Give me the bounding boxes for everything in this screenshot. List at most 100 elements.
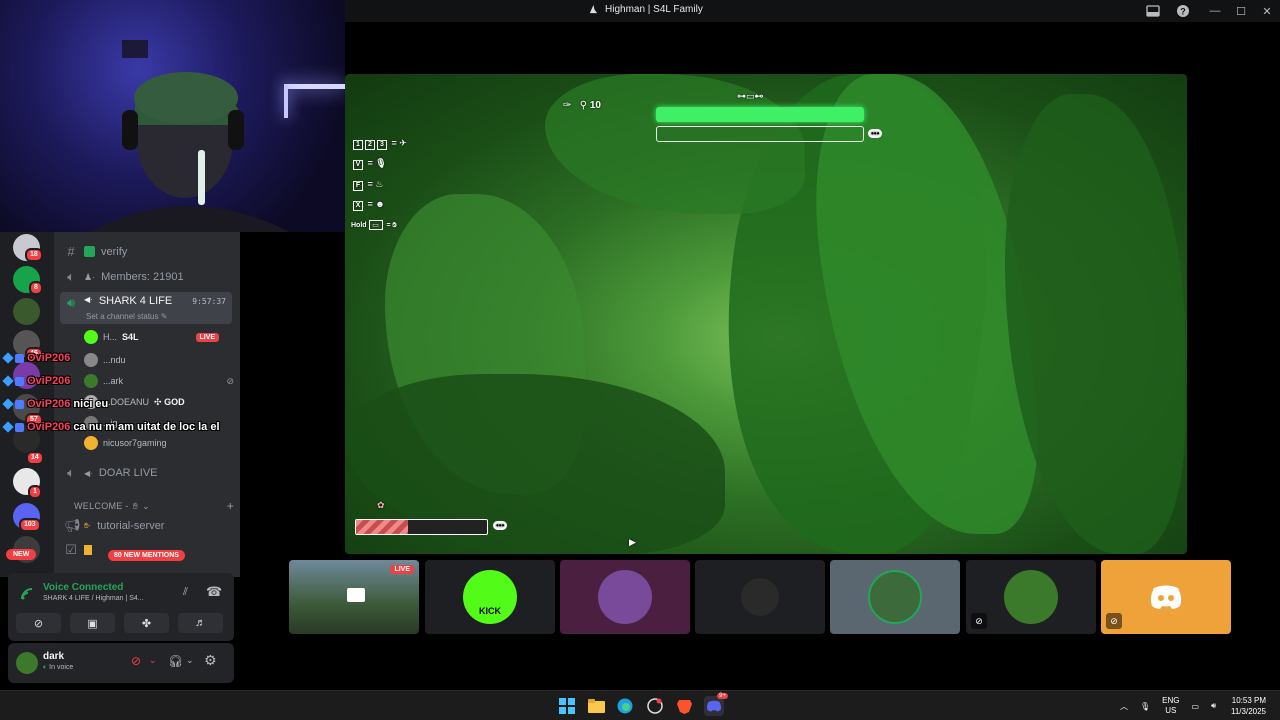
rules-icon: ☑︎ [65,542,77,557]
screen-share-button[interactable]: ▣ [70,613,115,633]
brave-button[interactable] [674,696,694,716]
key-hint: 2 [365,139,375,150]
maximize-button[interactable]: ☐ [1228,0,1254,22]
chat-text: ca nu m am uitat de loc la el [73,421,220,433]
participant-tile[interactable] [830,560,960,634]
badge-icon [2,352,14,364]
badge-icon [2,421,14,433]
channel-tutorial-server[interactable]: 📢︎ ✋︎· tutorial-server [64,518,164,534]
new-pill[interactable]: NEW [6,549,37,560]
activities-button[interactable]: ✤ [124,613,169,633]
keybind-emote: X = ☻ [353,199,385,211]
clock-time: 10:53 PM [1231,696,1266,705]
settings-gear-icon[interactable]: ⚙︎ [204,652,217,669]
volume-icon[interactable]: 🔊︎ [1211,701,1216,711]
disconnect-icon[interactable]: ☎︎ [206,584,222,600]
network-icon[interactable]: ▭ [1192,702,1200,711]
badge-icon [15,422,24,432]
chat-nick: OviP206 [27,352,71,364]
server-icon[interactable] [13,298,40,325]
shark-logo-icon [589,4,598,14]
game-stream[interactable]: ✑ ⚲ 10 ⊶▭⊷ ••• 123 = ✈︎ V = 🎙︎ F = ♨︎ X … [345,74,1187,554]
badge-icon [2,375,14,387]
microphone-icon[interactable]: 🎙︎ [1140,702,1150,711]
badge-icon [15,376,24,386]
participant-tile-stream[interactable]: LIVE [289,560,419,634]
pencil-icon: ✎ [160,312,168,321]
voice-user-name: ...ndu [103,355,126,365]
bike-icon: ⚲ [579,100,588,111]
voice-status-title[interactable]: Voice Connected [43,582,123,593]
file-explorer-button[interactable] [586,696,606,716]
voice-user[interactable]: nicusor7gaming [84,436,167,450]
channel-status[interactable]: Set a channel status ✎ [86,312,167,321]
camera-toggle-button[interactable]: ⊘ [16,613,61,633]
live-badge: LIVE [390,565,414,574]
user-name[interactable]: dark [43,651,64,662]
add-channel-icon[interactable]: + [227,499,234,513]
noise-suppression-icon[interactable]: ⫽ [183,586,188,599]
notification-badge: 9+ [717,693,728,699]
voice-channel-path[interactable]: SHARK 4 LIFE / Highman | S4... [43,595,144,602]
participant-tile[interactable]: KICK [425,560,555,634]
chevron-down-icon[interactable]: ⌄ [149,655,157,666]
user-panel: dark 🔈︎ In voice ⊘ ⌄ 🎧︎ ⌄ ⚙︎ [8,643,234,683]
discord-taskbar-button[interactable]: 9+ [704,693,728,716]
hunger-bar-fill [356,520,409,534]
clock[interactable]: 10:53 PM 11/3/2025 [1231,695,1266,717]
key-hint: F [353,180,363,191]
avatar [1004,570,1058,624]
mic-muted-icon[interactable]: ⊘ [131,654,141,668]
discord-logo-icon [707,700,721,712]
chrome-like-button[interactable] [645,696,665,716]
avatar[interactable] [16,652,38,674]
participant-tile-discord[interactable]: ⊘ [1101,560,1231,634]
inbox-icon[interactable] [1146,4,1160,18]
channel-members[interactable]: 🔈︎ ♟︎· Members: 21901 [64,269,184,285]
key-hint: ▭ [368,220,383,230]
voice-user-tag: S4L [122,332,139,342]
channel-doar-live[interactable]: 🔈︎ ◀︎· DOAR LIVE [64,465,157,481]
language-indicator[interactable]: ENG US [1162,696,1179,716]
chevron-down-icon[interactable]: ⌄ [186,655,194,666]
start-button[interactable] [557,696,577,716]
emote-icon: ☻ [375,199,385,209]
check-icon [84,246,95,257]
soundboard-button[interactable]: ♬ [178,613,223,633]
chevron-up-icon[interactable]: ︿ [1120,701,1128,712]
screen-share-icon [347,588,365,602]
ammo-count: 10 [589,100,601,111]
system-tray: ︿ 🎙︎ ENG US ▭ 🔊︎ [1120,691,1216,720]
voice-user-name: ...ark [103,376,124,386]
minimize-button[interactable]: — [1202,0,1228,22]
server-badge: 14 [26,451,44,465]
vehicle-icon: ⊶▭⊷ [737,91,764,101]
speaker-icon: 🔊︎ [66,295,76,310]
key-hint: X [353,200,363,211]
participant-tile[interactable] [560,560,690,634]
channel-verify[interactable]: # verify [64,244,127,259]
speaker-icon: 🔈︎ [67,269,75,284]
avatar [84,330,98,344]
voice-user[interactable]: H... S4L LIVE [84,330,220,344]
clock-date: 11/3/2025 [1231,707,1266,716]
voice-user[interactable]: ...ndu [84,353,126,367]
category-welcome[interactable]: WELCOME - ✋︎ ⌄ + [74,499,234,513]
close-button[interactable]: ✕ [1254,0,1280,22]
channel-rules[interactable]: ☑︎ [64,542,92,558]
chevron-down-icon: ⌄ [142,500,150,511]
edge-button[interactable] [615,696,635,716]
voice-user[interactable]: ...ark ⊘ [84,374,234,388]
new-mentions-pill[interactable]: 80 NEW MENTIONS [108,550,185,561]
interact-icon: ♨︎ [375,179,384,189]
headphones-icon[interactable]: 🎧︎ [168,654,183,668]
participant-tile[interactable] [695,560,825,634]
mic-muted-icon: ⊘ [226,375,234,386]
help-icon[interactable]: ? [1176,4,1190,18]
participant-tile[interactable]: ⊘ [966,560,1096,634]
hunger-bar [355,519,488,535]
kick-label: KICK [479,606,501,616]
book-emoji-icon [84,545,92,555]
avatar [868,570,922,624]
text-channel-icon: # [67,244,75,259]
